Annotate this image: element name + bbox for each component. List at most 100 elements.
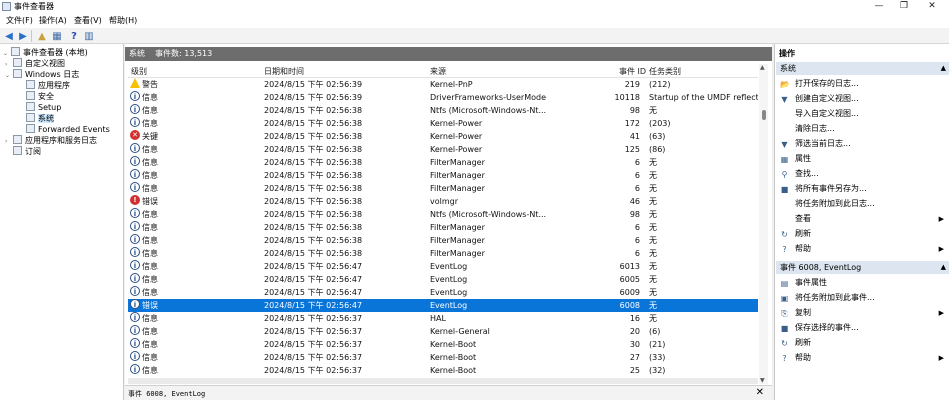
cell-datetime: 2024/8/15 下午 02:56:47 xyxy=(264,275,363,284)
tree-item-security[interactable]: 安全 xyxy=(18,91,54,102)
close-detail-icon[interactable]: ✕ xyxy=(756,387,764,398)
column-source[interactable]: 来源 xyxy=(430,66,446,77)
cell-source: Kernel-Power xyxy=(430,145,483,154)
cell-event-id: 20 xyxy=(629,327,640,336)
scroll-up-icon[interactable]: ▲ xyxy=(760,64,765,71)
table-row[interactable]: i 信息 2024/8/15 下午 02:56:38 Kernel-Power 172 (… xyxy=(128,117,758,130)
event-viewer-app-icon xyxy=(2,2,11,11)
actions-section-event[interactable]: 事件 6008, EventLog ▲ xyxy=(776,261,949,274)
table-row[interactable]: i 信息 2024/8/15 下午 02:56:38 FilterManager 6 无 xyxy=(128,247,758,260)
minimize-button[interactable]: — xyxy=(867,0,891,13)
table-row[interactable]: i 信息 2024/8/15 下午 02:56:38 Kernel-Power 125 (… xyxy=(128,143,758,156)
table-row[interactable]: i 信息 2024/8/15 下午 02:56:37 Kernel-Boot 30 (21… xyxy=(128,338,758,351)
info-icon: i xyxy=(130,338,140,348)
folder-up-icon[interactable]: ▲ xyxy=(36,30,48,42)
action-item[interactable]: 导入自定义视图... xyxy=(775,107,948,121)
column-event-id[interactable]: 事件 ID xyxy=(619,66,646,77)
horizontal-scrollbar[interactable] xyxy=(128,378,758,384)
table-row[interactable]: i 信息 2024/8/15 下午 02:56:38 FilterManager 6 无 xyxy=(128,156,758,169)
tree-item-setup[interactable]: Setup xyxy=(18,102,61,113)
table-row[interactable]: i 信息 2024/8/15 下午 02:56:38 FilterManager 6 无 xyxy=(128,182,758,195)
action-label: 保存选择的事件... xyxy=(795,323,859,332)
action-label: 帮助 xyxy=(795,244,811,253)
collapse-arrow-icon[interactable]: ▲ xyxy=(941,261,946,274)
action-item[interactable]: ? 帮助 ▶ xyxy=(775,351,948,365)
cell-source: Kernel-Boot xyxy=(430,366,477,375)
table-row[interactable]: i 信息 2024/8/15 下午 02:56:47 EventLog 6013 无 xyxy=(128,260,758,273)
action-item[interactable]: ↻ 刷新 xyxy=(775,227,948,241)
submenu-arrow-icon: ▶ xyxy=(938,215,944,223)
table-row[interactable]: i 信息 2024/8/15 下午 02:56:38 FilterManager 6 无 xyxy=(128,169,758,182)
info-icon: i xyxy=(130,221,140,231)
collapse-arrow-icon[interactable]: ▲ xyxy=(941,62,946,75)
info-icon: i xyxy=(130,143,140,153)
menu-view[interactable]: 查看(V) xyxy=(74,15,102,26)
close-button[interactable]: ✕ xyxy=(920,0,944,13)
table-row[interactable]: i 错误 2024/8/15 下午 02:56:47 EventLog 6008 无 xyxy=(128,299,758,312)
table-row[interactable]: i 信息 2024/8/15 下午 02:56:37 Kernel-Boot 27 (33… xyxy=(128,351,758,364)
table-row[interactable]: i 信息 2024/8/15 下午 02:56:38 FilterManager 6 无 xyxy=(128,221,758,234)
action-item[interactable]: 查看 ▶ xyxy=(775,212,948,226)
column-datetime[interactable]: 日期和时间 xyxy=(264,66,304,77)
back-arrow-icon[interactable]: ◀ xyxy=(3,30,15,42)
action-item[interactable]: ▤ 事件属性 xyxy=(775,276,948,290)
tree-item-forwarded-events[interactable]: Forwarded Events xyxy=(18,124,110,135)
action-item[interactable]: 📂 打开保存的日志... xyxy=(775,77,948,91)
table-row[interactable]: i 信息 2024/8/15 下午 02:56:39 DriverFrameworks… xyxy=(128,91,758,104)
cell-source: EventLog xyxy=(430,288,468,297)
cell-datetime: 2024/8/15 下午 02:56:47 xyxy=(264,301,363,310)
show-hide-action-pane-icon[interactable]: ▥ xyxy=(83,30,95,42)
tree-root[interactable]: ⌄ 事件查看器 (本地) xyxy=(3,47,88,58)
column-category[interactable]: 任务类别 xyxy=(649,66,681,77)
tree-item-apps-services-logs[interactable]: › 应用程序和服务日志 xyxy=(5,135,97,146)
actions-section-system[interactable]: 系统 ▲ xyxy=(776,62,949,75)
table-row[interactable]: i 信息 2024/8/15 下午 02:56:37 Kernel-General 20… xyxy=(128,325,758,338)
menu-action[interactable]: 操作(A) xyxy=(39,15,67,26)
action-item[interactable]: ↻ 刷新 xyxy=(775,336,948,350)
table-row[interactable]: i 信息 2024/8/15 下午 02:56:38 Ntfs (Microsoft-… xyxy=(128,104,758,117)
action-item[interactable]: ■ 保存选择的事件... xyxy=(775,321,948,335)
cell-level: 信息 xyxy=(142,236,158,245)
tree-item-system[interactable]: 系统 xyxy=(18,113,54,124)
cell-source: Ntfs (Microsoft-Windows-Nt... xyxy=(430,106,547,115)
table-row[interactable]: i 信息 2024/8/15 下午 02:56:47 EventLog 6009 无 xyxy=(128,286,758,299)
info-icon: i xyxy=(130,182,140,192)
action-item[interactable]: ? 帮助 ▶ xyxy=(775,242,948,256)
table-row[interactable]: i 信息 2024/8/15 下午 02:56:37 HAL 16 无 xyxy=(128,312,758,325)
cell-level: 信息 xyxy=(142,184,158,193)
show-hide-tree-icon[interactable]: ▦ xyxy=(51,30,63,42)
tree-item-custom-views[interactable]: › 自定义视图 xyxy=(5,58,65,69)
table-row[interactable]: i 信息 2024/8/15 下午 02:56:38 FilterManager 6 无 xyxy=(128,234,758,247)
tree-item-application[interactable]: 应用程序 xyxy=(18,80,70,91)
collapse-chevron-icon[interactable]: ⌄ xyxy=(5,70,13,81)
action-item[interactable]: ▼ 创建自定义视图... xyxy=(775,92,948,106)
menu-file[interactable]: 文件(F) xyxy=(6,15,33,26)
info-icon: i xyxy=(130,325,140,335)
maximize-button[interactable]: ❐ xyxy=(892,0,916,13)
cell-level: 警告 xyxy=(142,80,158,89)
table-row[interactable]: i 信息 2024/8/15 下午 02:56:47 EventLog 6005 无 xyxy=(128,273,758,286)
scroll-down-icon[interactable]: ▼ xyxy=(760,377,765,384)
action-item[interactable]: ▣ 将任务附加到此事件... xyxy=(775,291,948,305)
action-item[interactable]: ■ 将所有事件另存为... xyxy=(775,182,948,196)
menu-help[interactable]: 帮助(H) xyxy=(109,15,137,26)
action-item[interactable]: ⎘ 复制 ▶ xyxy=(775,306,948,320)
tree-item-windows-logs[interactable]: ⌄ Windows 日志 xyxy=(5,69,79,80)
scrollbar-thumb[interactable] xyxy=(762,110,766,120)
help-icon[interactable]: ? xyxy=(68,30,80,42)
table-row[interactable]: 警告 2024/8/15 下午 02:56:39 Kernel-PnP 219 (212… xyxy=(128,78,758,91)
action-item[interactable]: ⚲ 查找... xyxy=(775,167,948,181)
action-item[interactable]: 清除日志... xyxy=(775,122,948,136)
vertical-scrollbar[interactable]: ▲ ▼ xyxy=(759,64,768,384)
table-row[interactable]: ✕ 关键 2024/8/15 下午 02:56:38 Kernel-Power 41 (6… xyxy=(128,130,758,143)
table-row[interactable]: ! 错误 2024/8/15 下午 02:56:38 volmgr 46 无 xyxy=(128,195,758,208)
action-item[interactable]: ▦ 属性 xyxy=(775,152,948,166)
action-item[interactable]: ▼ 筛选当前日志... xyxy=(775,137,948,151)
table-row[interactable]: i 信息 2024/8/15 下午 02:56:38 Ntfs (Microsoft-… xyxy=(128,208,758,221)
actions-title: 操作 xyxy=(779,49,795,58)
forward-arrow-icon[interactable]: ▶ xyxy=(17,30,29,42)
action-item[interactable]: 将任务附加到此日志... xyxy=(775,197,948,211)
table-row[interactable]: i 信息 2024/8/15 下午 02:56:37 Kernel-Boot 25 (32… xyxy=(128,364,758,377)
tree-item-subscriptions[interactable]: 订阅 xyxy=(5,146,41,157)
column-level[interactable]: 级别 xyxy=(131,66,147,77)
